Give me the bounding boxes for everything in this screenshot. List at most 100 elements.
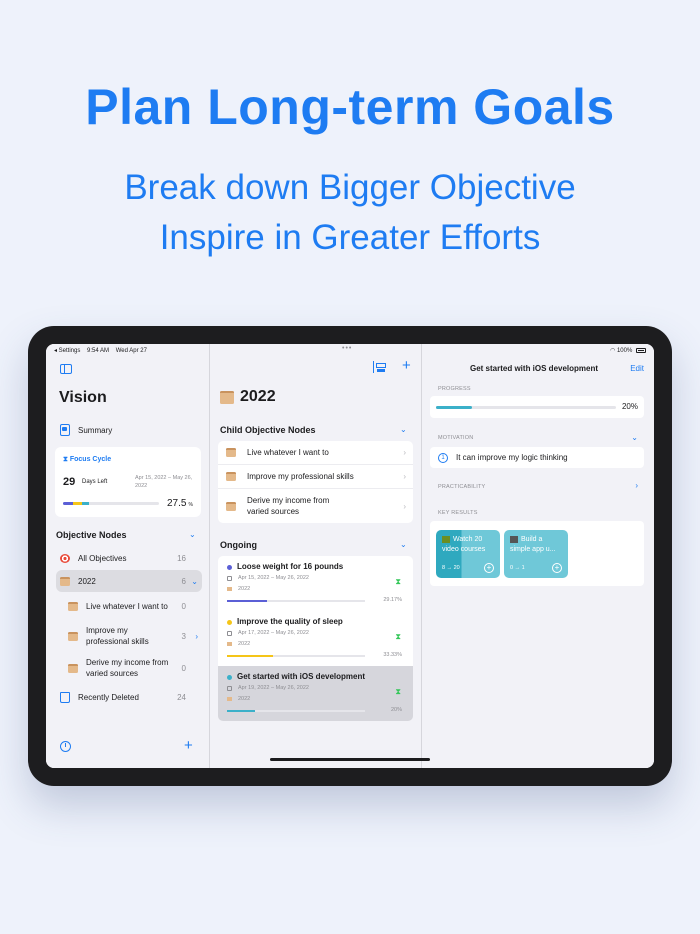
key-result-tile[interactable]: Build a simple app u... 0 → 1 + — [504, 530, 568, 578]
motivation-text: It can improve my logic thinking — [456, 453, 568, 462]
target-icon — [60, 553, 70, 563]
child-nodes-header: Child Objective Nodes — [220, 425, 316, 435]
focus-progress-bar — [63, 502, 159, 505]
objective-nodes-collapse-icon[interactable]: ⌄ — [189, 530, 196, 539]
sidebar-item-recently-deleted[interactable]: Recently Deleted 24 — [56, 686, 202, 708]
goal-progress-bar — [227, 600, 365, 602]
goal-percent: 20% — [390, 707, 402, 713]
focus-percent: 27.5% — [167, 498, 193, 509]
focus-progress-segment — [72, 502, 83, 505]
goal-card-selected[interactable]: Get started with iOS development Apr 19,… — [218, 666, 413, 721]
progress-label: PROGRESS — [438, 386, 471, 392]
key-result-tile[interactable]: Watch 20 video courses 8 → 20 + — [436, 530, 500, 578]
calendar-icon — [227, 576, 232, 581]
edit-button[interactable]: Edit — [630, 364, 644, 373]
sidebar-toggle-icon[interactable] — [60, 364, 72, 374]
detail-panel: Get started with iOS development Edit PR… — [422, 344, 654, 768]
folder-icon — [220, 390, 234, 404]
back-to-settings[interactable]: ◂ Settings — [54, 348, 80, 354]
status-date: Wed Apr 27 — [115, 348, 147, 354]
books-icon — [442, 535, 450, 543]
goal-card[interactable]: Improve the quality of sleep Apr 17, 202… — [218, 611, 413, 666]
chevron-right-icon: › — [403, 448, 406, 457]
add-progress-icon[interactable]: + — [552, 563, 562, 573]
folder-icon — [60, 576, 70, 586]
add-node-button[interactable]: + — [184, 737, 193, 754]
sidebar-title: Vision — [59, 389, 107, 406]
folder-icon — [68, 663, 78, 673]
sidebar-subitem-count: 3 — [181, 631, 186, 641]
objective-list-column: + 2022 Child Objective Nodes ⌄ Live what… — [210, 344, 422, 768]
child-node-row[interactable]: Derive my income from varied sources › — [218, 489, 413, 523]
goal-card[interactable]: Loose weight for 16 pounds Apr 15, 2022 … — [218, 556, 413, 611]
key-results-label: KEY RESULTS — [438, 510, 478, 516]
home-indicator — [270, 758, 430, 761]
goal-color-dot — [227, 620, 232, 625]
sidebar-item-all-objectives[interactable]: All Objectives 16 — [56, 547, 202, 569]
chevron-right-icon: › — [403, 472, 406, 481]
detail-progress-percent: 20% — [621, 402, 638, 411]
child-node-label: Improve my professional skills — [247, 472, 354, 481]
hourglass-icon: ⧗ — [395, 577, 401, 586]
chevron-down-icon[interactable]: ⌄ — [631, 433, 638, 442]
sidebar-subitem-live[interactable]: Live whatever I want to 0 — [68, 601, 202, 612]
folder-icon — [227, 697, 232, 701]
goal-title: Loose weight for 16 pounds — [237, 562, 344, 571]
wifi-icon: ◠ — [610, 348, 616, 354]
calendar-icon — [227, 686, 232, 691]
sidebar: Vision Summary ⧗ Focus Cycle 29 Days Lef… — [46, 344, 210, 768]
child-nodes-list: Live whatever I want to › Improve my pro… — [218, 441, 413, 523]
ongoing-header: Ongoing — [220, 540, 257, 550]
goal-progress-fill — [227, 600, 268, 602]
subheadline-1: Break down Bigger Objective — [124, 168, 576, 207]
add-objective-button[interactable]: + — [402, 357, 411, 374]
key-result-range: 0 → 1 — [510, 565, 525, 571]
folder-icon — [226, 448, 236, 457]
subheadline-2: Inspire in Greater Efforts — [159, 218, 541, 257]
sidebar-item-label: Recently Deleted — [78, 692, 139, 702]
detail-title: Get started with iOS development — [470, 364, 599, 373]
ongoing-collapse-icon[interactable]: ⌄ — [400, 540, 407, 549]
detail-progress-fill — [436, 406, 472, 409]
sidebar-subitem-label: Live whatever I want to — [86, 602, 168, 611]
focus-progress-segment — [63, 502, 73, 505]
practicability-label: PRACTICABILITY — [438, 484, 486, 490]
sidebar-item-2022[interactable]: 2022 6 ⌄ — [56, 570, 202, 592]
sidebar-subitem-income[interactable]: Derive my income from varied sources 0 — [68, 657, 202, 679]
folder-icon — [227, 642, 232, 646]
goal-progress-bar — [227, 655, 365, 657]
add-progress-icon[interactable]: + — [484, 563, 494, 573]
toolbar-align — [373, 361, 386, 373]
sidebar-item-count: 16 — [177, 553, 186, 563]
progress-card: 20% — [430, 396, 644, 418]
focus-cycle-card[interactable]: ⧗ Focus Cycle 29 Days Left Apr 15, 2022 … — [55, 447, 201, 517]
folder-icon — [227, 587, 232, 591]
chevron-right-icon[interactable]: › — [195, 631, 198, 642]
detail-progress-bar — [436, 406, 616, 409]
sidebar-item-label: 2022 — [78, 576, 96, 586]
settings-dial-icon[interactable] — [60, 741, 71, 752]
focus-date-range: Apr 15, 2022 – May 26, 2022 — [135, 475, 193, 489]
goal-progress-fill — [227, 655, 273, 657]
motivation-item[interactable]: 1 It can improve my logic thinking — [430, 447, 644, 468]
sidebar-subitem-count: 0 — [181, 663, 186, 673]
summary-item[interactable]: Summary — [60, 424, 112, 436]
status-time: 9:54 AM — [87, 348, 110, 354]
chevron-down-icon[interactable]: ⌄ — [191, 577, 198, 586]
multitasking-dots-icon[interactable]: ••• — [342, 345, 352, 352]
sidebar-item-label: All Objectives — [78, 553, 127, 563]
goal-year: 2022 — [238, 641, 251, 647]
child-node-row[interactable]: Live whatever I want to › — [218, 441, 413, 465]
motivation-label: MOTIVATION — [438, 435, 474, 441]
child-node-row[interactable]: Improve my professional skills › — [218, 465, 413, 489]
key-result-range: 8 → 20 — [442, 565, 460, 571]
tools-icon — [510, 535, 518, 543]
child-nodes-collapse-icon[interactable]: ⌄ — [400, 425, 407, 434]
goal-color-dot — [227, 565, 232, 570]
key-results-card: Watch 20 video courses 8 → 20 + Build a … — [430, 521, 644, 586]
chevron-right-icon[interactable]: › — [635, 481, 638, 490]
sidebar-subitem-professional[interactable]: Improve my professional skills 3 › — [68, 625, 202, 647]
folder-icon — [226, 501, 236, 511]
objective-nodes-header: Objective Nodes — [56, 530, 127, 540]
align-left-icon[interactable] — [373, 361, 386, 373]
